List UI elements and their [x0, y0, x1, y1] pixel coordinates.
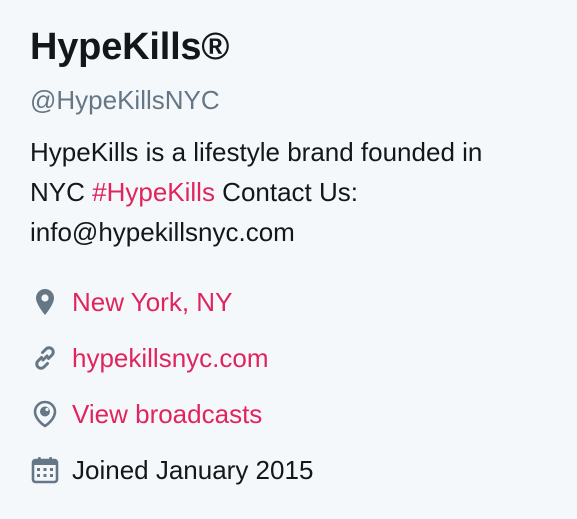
- map-pin-icon: [30, 287, 60, 317]
- profile-website-link[interactable]: hypekillsnyc.com: [72, 342, 269, 374]
- profile-location-row: New York, NY: [30, 274, 550, 330]
- profile-location-link[interactable]: New York, NY: [72, 286, 232, 318]
- profile-display-name[interactable]: HypeKills®: [30, 24, 550, 70]
- profile-broadcasts-link[interactable]: View broadcasts: [72, 398, 262, 430]
- profile-joined-row: Joined January 2015: [30, 442, 550, 498]
- profile-meta-list: New York, NY hypekillsnyc.com View broad…: [30, 274, 550, 498]
- bio-hashtag-link[interactable]: #HypeKills: [92, 177, 215, 207]
- bio-line-2: NYC #HypeKills Contact Us:: [30, 172, 550, 212]
- link-icon: [30, 343, 60, 373]
- profile-handle[interactable]: @HypeKillsNYC: [30, 84, 550, 116]
- bio-line-1: HypeKills is a lifestyle brand founded i…: [30, 137, 483, 167]
- periscope-icon: [30, 399, 60, 429]
- profile-joined-date: Joined January 2015: [72, 455, 314, 485]
- profile-header-card: HypeKills® @HypeKillsNYC HypeKills is a …: [30, 24, 550, 498]
- profile-website-row: hypekillsnyc.com: [30, 330, 550, 386]
- bio-text-nyc: NYC: [30, 177, 93, 207]
- bio-email: info@hypekillsnyc.com: [30, 217, 295, 247]
- profile-broadcasts-row: View broadcasts: [30, 386, 550, 442]
- calendar-icon: [30, 455, 60, 485]
- bio-text-contact: Contact Us:: [214, 177, 359, 207]
- profile-bio: HypeKills is a lifestyle brand founded i…: [30, 132, 550, 252]
